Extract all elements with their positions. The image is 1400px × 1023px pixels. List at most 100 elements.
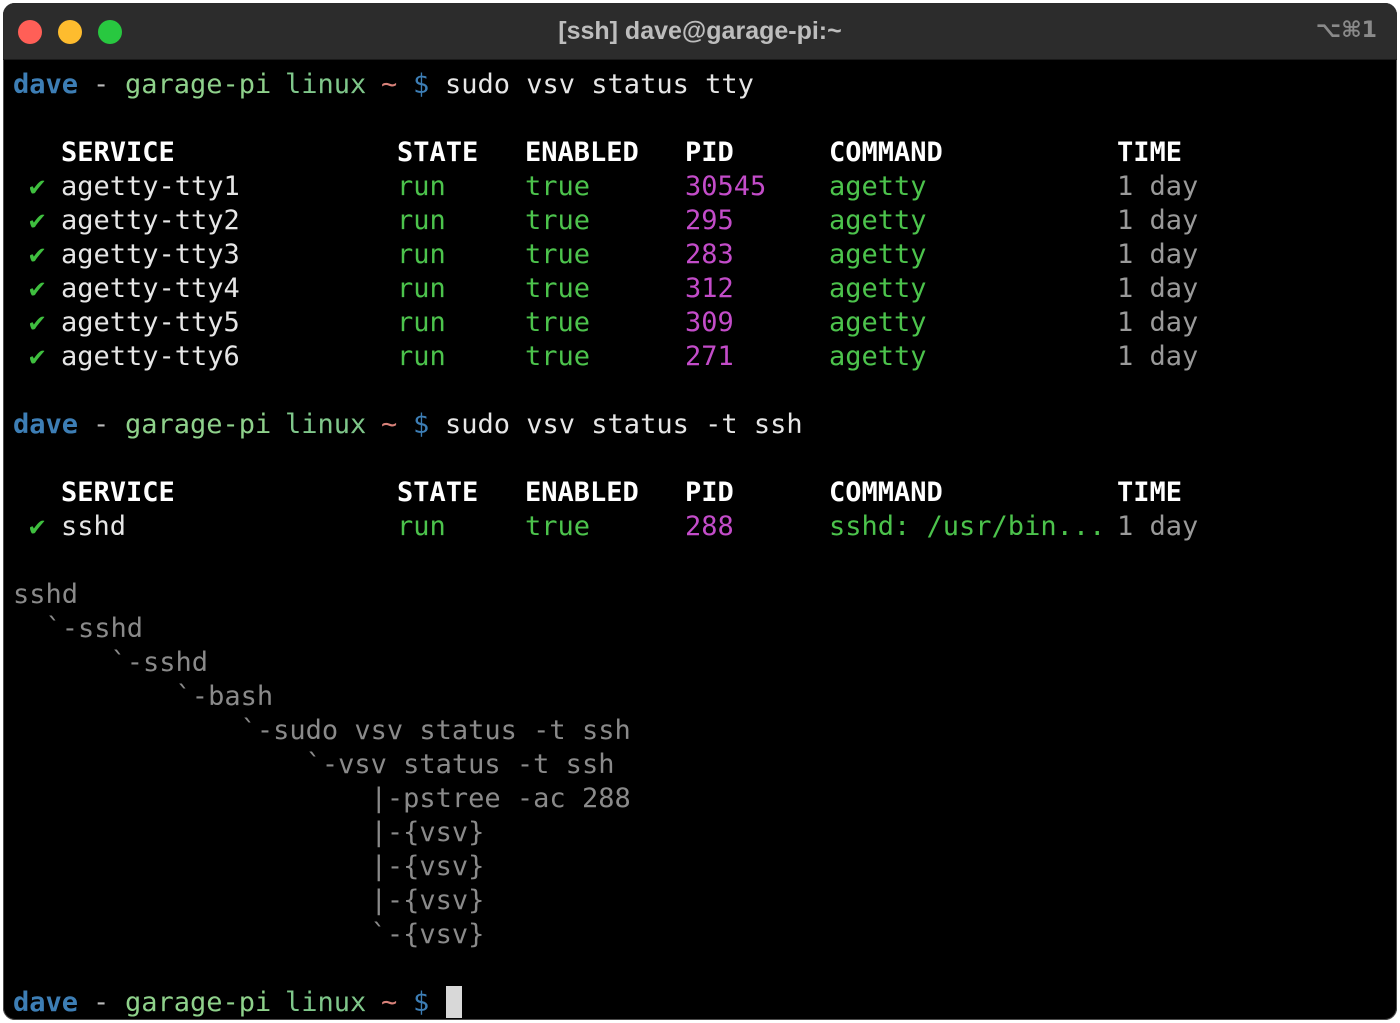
table-row: ✔ agetty-tty3 run true 283 agetty 1 day [13,238,1198,272]
service-command: agetty [829,205,927,236]
service-enabled: true [525,341,591,372]
service-time: 1 day [1117,273,1199,304]
header-time: TIME [1117,137,1183,168]
header-service: SERVICE [61,477,175,508]
prompt-user: dave [13,409,79,440]
service-command: agetty [829,273,927,304]
process-tree-line: |-{vsv} [13,817,485,848]
service-time: 1 day [1117,341,1199,372]
service-state: run [397,307,446,338]
table-row: ✔ sshd run true 288 sshd: /usr/bin... 1 … [13,510,1198,544]
service-time: 1 day [1117,171,1199,202]
table-header: SERVICE STATE ENABLED PID COMMAND TIME [13,476,1182,510]
check-icon: ✔ [29,341,46,372]
table-header: SERVICE STATE ENABLED PID COMMAND TIME [13,136,1182,170]
service-name: agetty-tty5 [61,307,240,338]
process-tree-line: sshd [13,579,79,610]
header-enabled: ENABLED [525,137,639,168]
check-icon: ✔ [29,205,46,236]
process-tree-line: `-bash [13,681,274,712]
header-state: STATE [397,137,479,168]
service-enabled: true [525,239,591,270]
service-state: run [397,239,446,270]
title-bar[interactable]: [ssh] dave@garage-pi:~ ⌥⌘1 [3,3,1397,60]
process-tree-line: `-sshd [13,647,209,678]
service-time: 1 day [1117,307,1199,338]
service-name: agetty-tty1 [61,171,240,202]
prompt-separator: - [93,987,110,1018]
header-service: SERVICE [61,137,175,168]
service-command: agetty [829,307,927,338]
check-icon: ✔ [29,511,46,542]
service-name: agetty-tty6 [61,341,240,372]
prompt-dir: ~ [381,69,398,100]
check-icon: ✔ [29,239,46,270]
service-command: agetty [829,239,927,270]
header-command: COMMAND [829,477,943,508]
process-tree-line: |-{vsv} [13,851,485,882]
service-pid: 295 [685,205,734,236]
service-name: agetty-tty2 [61,205,240,236]
prompt-host: garage-pi [125,69,272,100]
service-pid: 283 [685,239,734,270]
service-name: agetty-tty4 [61,273,240,304]
prompt-separator: - [93,409,110,440]
service-time: 1 day [1117,511,1199,542]
service-pid: 309 [685,307,734,338]
table-row: ✔ agetty-tty2 run true 295 agetty 1 day [13,204,1198,238]
process-tree-line: |-{vsv} [13,885,485,916]
header-pid: PID [685,137,734,168]
service-command: agetty [829,171,927,202]
header-time: TIME [1117,477,1183,508]
command-text: sudo vsv status tty [445,69,754,100]
prompt-dir: ~ [381,409,398,440]
prompt-dir: ~ [381,987,398,1018]
prompt-user: dave [13,69,79,100]
service-state: run [397,205,446,236]
table-row: ✔ agetty-tty1 run true 30545 agetty 1 da… [13,170,1198,204]
tab-shortcut-label: ⌥⌘1 [1315,18,1377,43]
table-row: ✔ agetty-tty4 run true 312 agetty 1 day [13,272,1198,306]
check-icon: ✔ [29,171,46,202]
service-command: sshd: /usr/bin... [829,511,1106,542]
prompt-symbol: $ [413,409,430,440]
prompt-os: linux [285,69,367,100]
process-tree-line: `-sshd [13,613,144,644]
header-pid: PID [685,477,734,508]
check-icon: ✔ [29,307,46,338]
prompt-os: linux [285,409,367,440]
terminal-window: [ssh] dave@garage-pi:~ ⌥⌘1 dave - garage… [3,3,1397,1020]
service-enabled: true [525,171,591,202]
prompt-host: garage-pi [125,987,272,1018]
service-state: run [397,341,446,372]
service-pid: 288 [685,511,734,542]
service-enabled: true [525,273,591,304]
service-state: run [397,511,446,542]
check-icon: ✔ [29,273,46,304]
service-enabled: true [525,307,591,338]
service-state: run [397,273,446,304]
process-tree-line: `-{vsv} [13,919,485,950]
header-command: COMMAND [829,137,943,168]
prompt-os: linux [285,987,367,1018]
text-cursor[interactable] [446,986,462,1018]
service-enabled: true [525,205,591,236]
table-row: ✔ agetty-tty6 run true 271 agetty 1 day [13,340,1198,374]
header-enabled: ENABLED [525,477,639,508]
prompt-separator: - [93,69,110,100]
prompt-line: dave - garage-pi linux ~ $ [13,986,429,1020]
terminal-content[interactable]: dave - garage-pi linux ~ $ sudo vsv stat… [13,59,1397,1020]
prompt-user: dave [13,987,79,1018]
process-tree-line: `-vsv status -t ssh [13,749,615,780]
service-command: agetty [829,341,927,372]
service-name: agetty-tty3 [61,239,240,270]
prompt-host: garage-pi [125,409,272,440]
service-pid: 312 [685,273,734,304]
window-title: [ssh] dave@garage-pi:~ [558,17,842,45]
service-time: 1 day [1117,239,1199,270]
command-text: sudo vsv status -t ssh [445,409,803,440]
prompt-symbol: $ [413,69,430,100]
service-pid: 271 [685,341,734,372]
process-tree-line: `-sudo vsv status -t ssh [13,715,631,746]
service-name: sshd [61,511,127,542]
